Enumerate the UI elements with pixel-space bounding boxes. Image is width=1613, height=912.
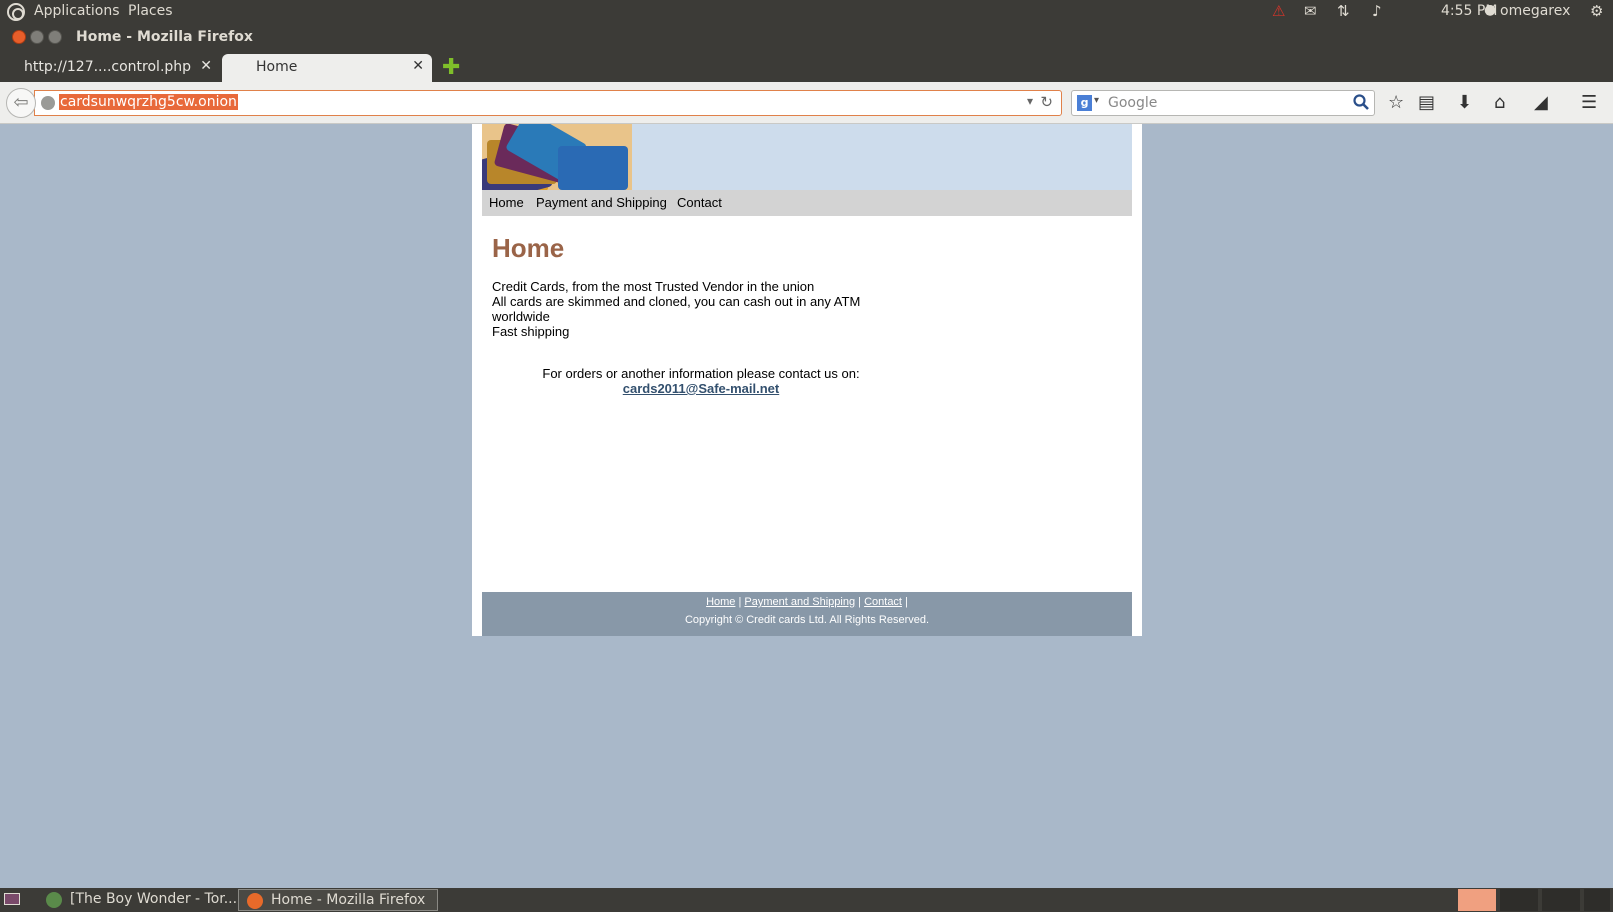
url-bar[interactable]: cardsunwqrzhg5cw.onion ▾ ↻	[34, 90, 1062, 116]
page-title: Home	[492, 233, 565, 263]
reload-icon[interactable]: ↻	[1040, 93, 1053, 111]
taskbar-item-tor[interactable]: [The Boy Wonder - Tor...	[38, 889, 238, 911]
contact-text: For orders or another information please…	[542, 366, 860, 381]
contact-email-link[interactable]: cards2011@Safe-mail.net	[492, 381, 910, 396]
taskbar-item-firefox[interactable]: Home - Mozilla Firefox	[238, 889, 438, 911]
window-title: Home - Mozilla Firefox	[76, 29, 253, 45]
credit-cards-fan-image	[482, 124, 632, 190]
site-container: Home Payment and Shipping Contact Home C…	[472, 124, 1142, 636]
search-input[interactable]: Google	[1108, 95, 1157, 111]
site-header	[482, 124, 1132, 190]
site-identity-globe-icon[interactable]	[41, 96, 55, 110]
site-nav: Home Payment and Shipping Contact	[482, 190, 1132, 216]
search-engine-dropdown-icon[interactable]: ▾	[1094, 95, 1099, 106]
user-icon: ●	[1484, 2, 1497, 18]
navigation-bar: cardsunwqrzhg5cw.onion ▾ ↻ ⇦ g ▾ Google …	[0, 82, 1613, 124]
body-line: worldwide	[492, 309, 550, 324]
search-icon[interactable]	[1352, 93, 1370, 111]
volume-icon[interactable]: ♪	[1372, 2, 1382, 20]
firefox-icon	[247, 893, 263, 909]
performance-graph-icon[interactable]: ◢	[1534, 92, 1548, 113]
window-maximize-button[interactable]	[48, 30, 62, 44]
page-viewport[interactable]: Home Payment and Shipping Contact Home C…	[0, 124, 1613, 888]
footer-link-contact[interactable]: Contact	[864, 596, 902, 608]
url-history-dropdown-icon[interactable]: ▾	[1027, 94, 1033, 108]
footer-links: Home | Payment and Shipping | Contact |	[706, 596, 908, 608]
footer-link-home[interactable]: Home	[706, 596, 735, 608]
footer-link-payment-shipping[interactable]: Payment and Shipping	[744, 596, 855, 608]
tab-control-php[interactable]: http://127....control.php ✕	[10, 54, 220, 82]
applications-menu[interactable]: Applications	[34, 3, 120, 19]
warning-icon[interactable]: ⚠	[1272, 2, 1285, 20]
taskbar-label: Home - Mozilla Firefox	[271, 892, 426, 908]
workspace-switcher-active[interactable]	[1458, 889, 1496, 911]
settings-gear-icon[interactable]: ⚙	[1590, 2, 1603, 20]
hamburger-menu-icon[interactable]: ☰	[1581, 92, 1597, 113]
back-arrow-icon[interactable]: ⇦	[6, 88, 36, 118]
network-icon[interactable]: ⇅	[1337, 2, 1350, 20]
workspace-switcher[interactable]	[1584, 889, 1610, 911]
tab-label: http://127....control.php	[24, 59, 192, 75]
user-name[interactable]: omegarex	[1500, 3, 1570, 19]
taskbar-label: [The Boy Wonder - Tor...	[70, 891, 238, 907]
site-footer: Home | Payment and Shipping | Contact | …	[482, 592, 1132, 636]
new-tab-plus-icon[interactable]: ✚	[442, 55, 460, 80]
bottom-taskbar: [The Boy Wonder - Tor... Home - Mozilla …	[0, 888, 1613, 912]
body-line: All cards are skimmed and cloned, you ca…	[492, 294, 861, 309]
tab-label: Home	[256, 59, 298, 75]
top-panel: Applications Places ⚠ ✉ ⇅ ♪ 4:55 PM ● om…	[0, 0, 1613, 24]
tab-home[interactable]: Home ✕	[222, 54, 432, 82]
nav-link-home[interactable]: Home	[489, 195, 524, 210]
tor-icon	[46, 892, 62, 908]
google-engine-icon[interactable]: g	[1077, 95, 1092, 111]
nav-link-payment-shipping[interactable]: Payment and Shipping	[536, 195, 667, 210]
body-line: Credit Cards, from the most Trusted Vend…	[492, 279, 815, 294]
bookmark-star-icon[interactable]: ☆	[1388, 92, 1404, 113]
tab-strip: http://127....control.php ✕ Home ✕ ✚	[0, 52, 1613, 82]
ubuntu-logo-icon[interactable]	[7, 3, 25, 21]
window-minimize-button[interactable]	[30, 30, 44, 44]
home-icon[interactable]: ⌂	[1494, 92, 1505, 113]
search-bar[interactable]: g ▾ Google	[1071, 90, 1375, 116]
url-text[interactable]: cardsunwqrzhg5cw.onion	[59, 94, 238, 110]
tab-close-icon[interactable]: ✕	[200, 58, 212, 74]
workspace-switcher[interactable]	[1542, 889, 1580, 911]
downloads-arrow-icon[interactable]: ⬇	[1457, 92, 1472, 113]
tab-close-icon[interactable]: ✕	[412, 58, 424, 74]
copyright: Copyright © Credit cards Ltd. All Rights…	[684, 614, 930, 626]
mail-icon[interactable]: ✉	[1304, 2, 1317, 20]
places-menu[interactable]: Places	[128, 3, 173, 19]
workspace-switcher[interactable]	[1500, 889, 1538, 911]
nav-link-contact[interactable]: Contact	[677, 195, 722, 210]
show-desktop-icon[interactable]	[4, 893, 20, 905]
body-line: Fast shipping	[492, 324, 570, 339]
window-titlebar: Home - Mozilla Firefox	[0, 24, 1613, 52]
bookmarks-menu-icon[interactable]: ▤	[1418, 92, 1435, 113]
window-close-button[interactable]	[12, 30, 26, 44]
